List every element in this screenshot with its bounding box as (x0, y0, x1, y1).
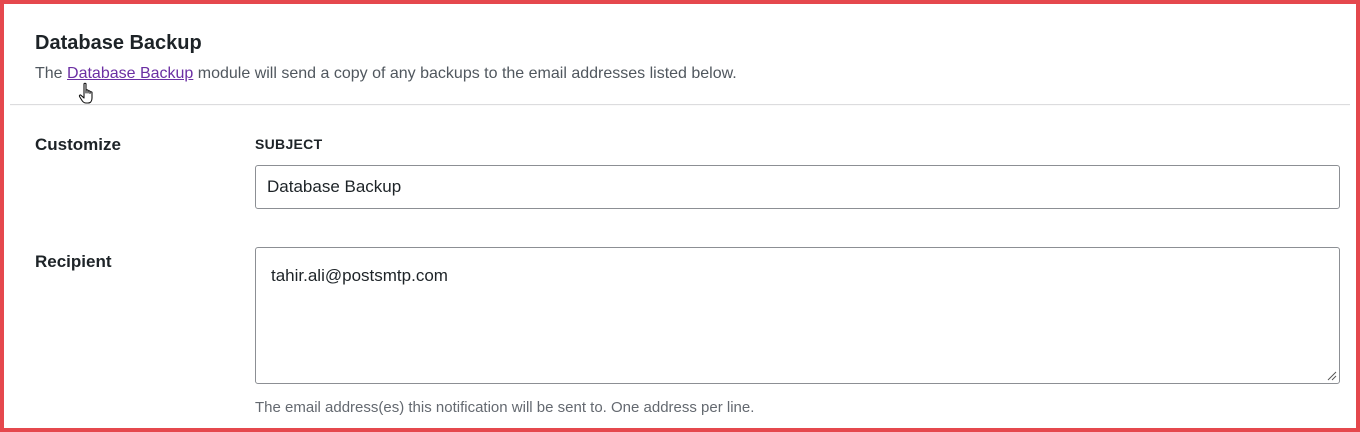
recipient-label: Recipient (35, 252, 112, 271)
subject-label: SUBJECT (255, 136, 323, 152)
recipient-help-text: The email address(es) this notification … (255, 399, 755, 416)
panel-description: The Database Backup module will send a c… (35, 65, 737, 83)
notification-panel: Database Backup The Database Backup modu… (10, 10, 1350, 422)
subject-input[interactable] (255, 165, 1340, 209)
hand-pointer-icon (78, 82, 93, 104)
page-title: Database Backup (35, 32, 202, 54)
resize-grip-icon[interactable] (1325, 369, 1337, 381)
description-prefix: The (35, 65, 68, 82)
recipient-textarea[interactable]: tahir.ali@postsmtp.com (255, 247, 1340, 384)
customize-label: Customize (35, 135, 121, 154)
description-suffix: module will send a copy of any backups t… (193, 65, 737, 82)
database-backup-link[interactable]: Database Backup (67, 65, 193, 82)
panel-header: Database Backup The Database Backup modu… (10, 10, 1350, 105)
highlight-frame: Database Backup The Database Backup modu… (0, 0, 1360, 432)
